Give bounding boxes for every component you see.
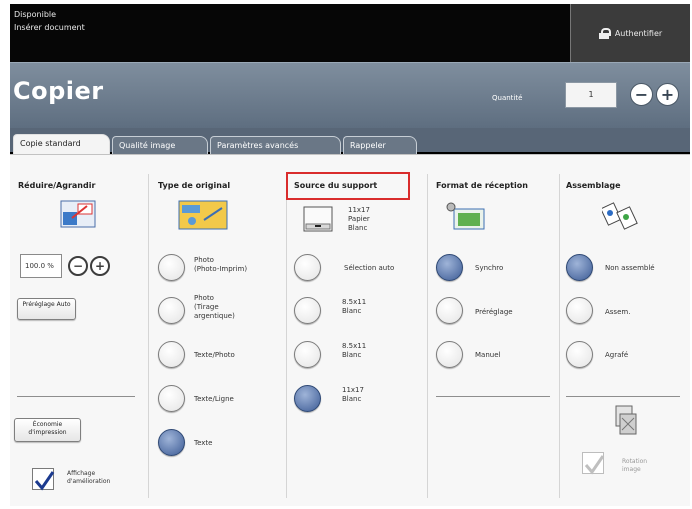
image-rotation-icon: [615, 405, 637, 435]
column-separator: [286, 174, 287, 498]
output-format-radio-synchro[interactable]: [436, 254, 463, 281]
divider: [566, 396, 680, 397]
collation-title: Assemblage: [566, 181, 621, 190]
output-format-label: Synchro: [475, 264, 504, 272]
output-format-icon: [446, 202, 485, 230]
status-bar: Disponible Insérer document Authentifier: [10, 4, 690, 62]
original-type-radio-photo-print[interactable]: [158, 254, 185, 281]
output-format-label: Préréglage: [475, 308, 513, 316]
paper-source-label: 8.5x11 Blanc: [342, 298, 367, 315]
divider: [436, 396, 550, 397]
enhancement-display-checkbox[interactable]: [32, 468, 55, 491]
paper-source-radio-auto[interactable]: [294, 254, 321, 281]
page-title: Copier: [13, 77, 104, 105]
collation-label: Assem.: [605, 308, 631, 316]
collation-label: Agrafé: [605, 351, 629, 359]
output-format-title: Format de réception: [436, 181, 528, 190]
original-type-icon: [178, 200, 228, 230]
reduce-enlarge-title: Réduire/Agrandir: [18, 181, 96, 190]
status-line-1: Disponible: [14, 10, 57, 19]
collation-icon: [602, 202, 638, 230]
lock-icon: [598, 27, 611, 39]
tab-rappeler[interactable]: Rappeler: [343, 136, 417, 154]
reduce-enlarge-icon: [60, 200, 96, 228]
paper-source-radio-tray3[interactable]: [294, 385, 321, 412]
image-rotation-label: Rotation image: [622, 458, 648, 473]
collation-radio-uncollated[interactable]: [566, 254, 593, 281]
output-format-radio-manual[interactable]: [436, 341, 463, 368]
highlight-box: [286, 172, 410, 200]
preset-auto-button[interactable]: Préréglage Auto: [17, 298, 76, 320]
collation-radio-collated[interactable]: [566, 297, 593, 324]
original-type-radio-text-photo[interactable]: [158, 341, 185, 368]
paper-tray-icon: [303, 206, 333, 232]
image-rotation-checkbox[interactable]: [582, 452, 605, 475]
reduce-minus-button[interactable]: −: [68, 256, 88, 276]
title-bar: Copier Quantité 1 − +: [10, 62, 690, 128]
quantity-input[interactable]: 1: [565, 82, 617, 108]
status-line-2: Insérer document: [14, 23, 85, 32]
print-economy-button[interactable]: Économie d'impression: [14, 418, 81, 442]
paper-source-label: Sélection auto: [344, 264, 395, 272]
authenticate-label: Authentifier: [614, 28, 663, 38]
original-type-radio-text-line[interactable]: [158, 385, 185, 412]
original-type-radio-photo-silver[interactable]: [158, 297, 185, 324]
tab-copie-standard[interactable]: Copie standard: [13, 134, 110, 155]
collation-label: Non assemblé: [605, 264, 655, 272]
output-format-radio-preset[interactable]: [436, 297, 463, 324]
divider: [17, 396, 135, 397]
paper-source-radio-tray2[interactable]: [294, 341, 321, 368]
quantity-minus-button[interactable]: −: [630, 83, 653, 106]
enhancement-display-label: Affichage d'amélioration: [67, 470, 111, 485]
tab-parametres-avances[interactable]: Paramètres avancés: [210, 136, 341, 154]
paper-source-radio-tray1[interactable]: [294, 297, 321, 324]
original-type-label: Texte: [194, 439, 213, 447]
paper-source-label: 11x17 Blanc: [342, 386, 364, 403]
original-type-label: Photo (Tirage argentique): [194, 294, 235, 320]
quantity-label: Quantité: [492, 94, 523, 102]
tab-qualite-image[interactable]: Qualité image: [112, 136, 208, 154]
column-separator: [148, 174, 149, 498]
original-type-title: Type de original: [158, 181, 231, 190]
paper-source-label: 8.5x11 Blanc: [342, 342, 367, 359]
column-separator: [559, 174, 560, 498]
checkmark-icon: [584, 455, 605, 475]
authenticate-button[interactable]: Authentifier: [570, 4, 690, 62]
reduce-value-input[interactable]: 100.0 %: [20, 254, 62, 278]
quantity-plus-button[interactable]: +: [656, 83, 679, 106]
original-type-label: Photo (Photo-Imprim): [194, 256, 248, 273]
original-type-label: Texte/Photo: [194, 351, 235, 359]
collation-radio-stapled[interactable]: [566, 341, 593, 368]
original-type-radio-text[interactable]: [158, 429, 185, 456]
output-format-label: Manuel: [475, 351, 501, 359]
paper-source-top-label: 11x17 Papier Blanc: [348, 206, 370, 232]
reduce-plus-button[interactable]: +: [90, 256, 110, 276]
checkmark-icon: [34, 471, 55, 491]
original-type-label: Texte/Ligne: [194, 395, 234, 403]
column-separator: [427, 174, 428, 498]
